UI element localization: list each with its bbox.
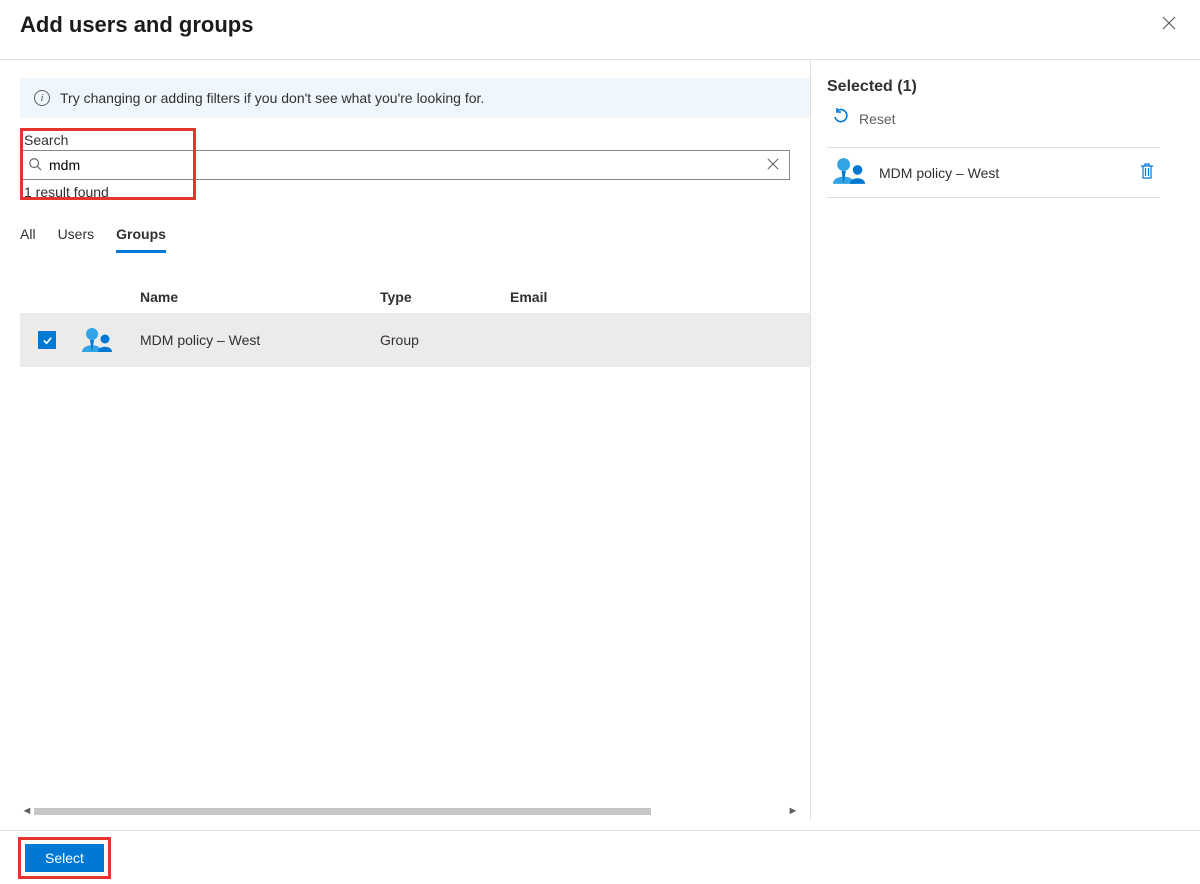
- selected-item: MDM policy – West: [827, 148, 1160, 198]
- scroll-right-arrow-icon[interactable]: ►: [786, 805, 800, 817]
- dialog-header: Add users and groups: [0, 0, 1200, 59]
- group-icon: [829, 156, 869, 189]
- search-section: Search 1 result found: [20, 128, 810, 200]
- selected-panel: Selected (1) Reset MDM policy – West: [810, 60, 1180, 819]
- table-header-row: Name Type Email: [20, 281, 810, 313]
- dialog-title: Add users and groups: [20, 12, 253, 38]
- info-banner-text: Try changing or adding filters if you do…: [60, 90, 484, 106]
- table-row[interactable]: MDM policy – West Group: [20, 313, 810, 367]
- trash-icon: [1140, 163, 1154, 179]
- tab-users[interactable]: Users: [58, 220, 95, 253]
- selected-title: Selected (1): [827, 78, 1160, 96]
- scroll-track[interactable]: [34, 808, 786, 815]
- select-highlight: Select: [18, 837, 111, 879]
- row-type: Group: [380, 332, 510, 348]
- select-button[interactable]: Select: [25, 844, 104, 872]
- search-label: Search: [20, 128, 810, 150]
- row-name: MDM policy – West: [140, 332, 380, 348]
- check-icon: [42, 335, 53, 346]
- remove-selected-button[interactable]: [1136, 159, 1158, 186]
- close-icon: [1162, 16, 1176, 30]
- reset-label: Reset: [859, 111, 896, 127]
- undo-icon: [833, 108, 849, 129]
- search-clear-button[interactable]: [757, 157, 789, 174]
- tab-groups[interactable]: Groups: [116, 220, 166, 253]
- close-icon: [767, 158, 779, 170]
- col-header-name[interactable]: Name: [140, 289, 380, 305]
- close-button[interactable]: [1158, 10, 1180, 39]
- selected-item-name: MDM policy – West: [869, 165, 1136, 181]
- tab-all[interactable]: All: [20, 220, 36, 253]
- row-checkbox[interactable]: [38, 331, 56, 349]
- dialog-footer: Select: [0, 830, 1200, 884]
- group-icon: [80, 326, 140, 354]
- search-icon: [21, 157, 49, 174]
- results-table: Name Type Email: [20, 281, 810, 367]
- col-header-email[interactable]: Email: [510, 289, 810, 305]
- search-input[interactable]: [49, 157, 757, 173]
- filter-tabs: All Users Groups: [20, 220, 810, 253]
- info-icon: i: [34, 90, 50, 106]
- col-header-type[interactable]: Type: [380, 289, 510, 305]
- search-input-row: [20, 150, 790, 180]
- horizontal-scrollbar[interactable]: ◄ ►: [20, 803, 800, 819]
- reset-button[interactable]: Reset: [827, 106, 1160, 147]
- info-banner: i Try changing or adding filters if you …: [20, 78, 810, 118]
- search-result-count: 1 result found: [20, 180, 810, 200]
- scroll-left-arrow-icon[interactable]: ◄: [20, 805, 34, 817]
- left-pane: i Try changing or adding filters if you …: [0, 60, 810, 819]
- scroll-thumb[interactable]: [34, 808, 651, 815]
